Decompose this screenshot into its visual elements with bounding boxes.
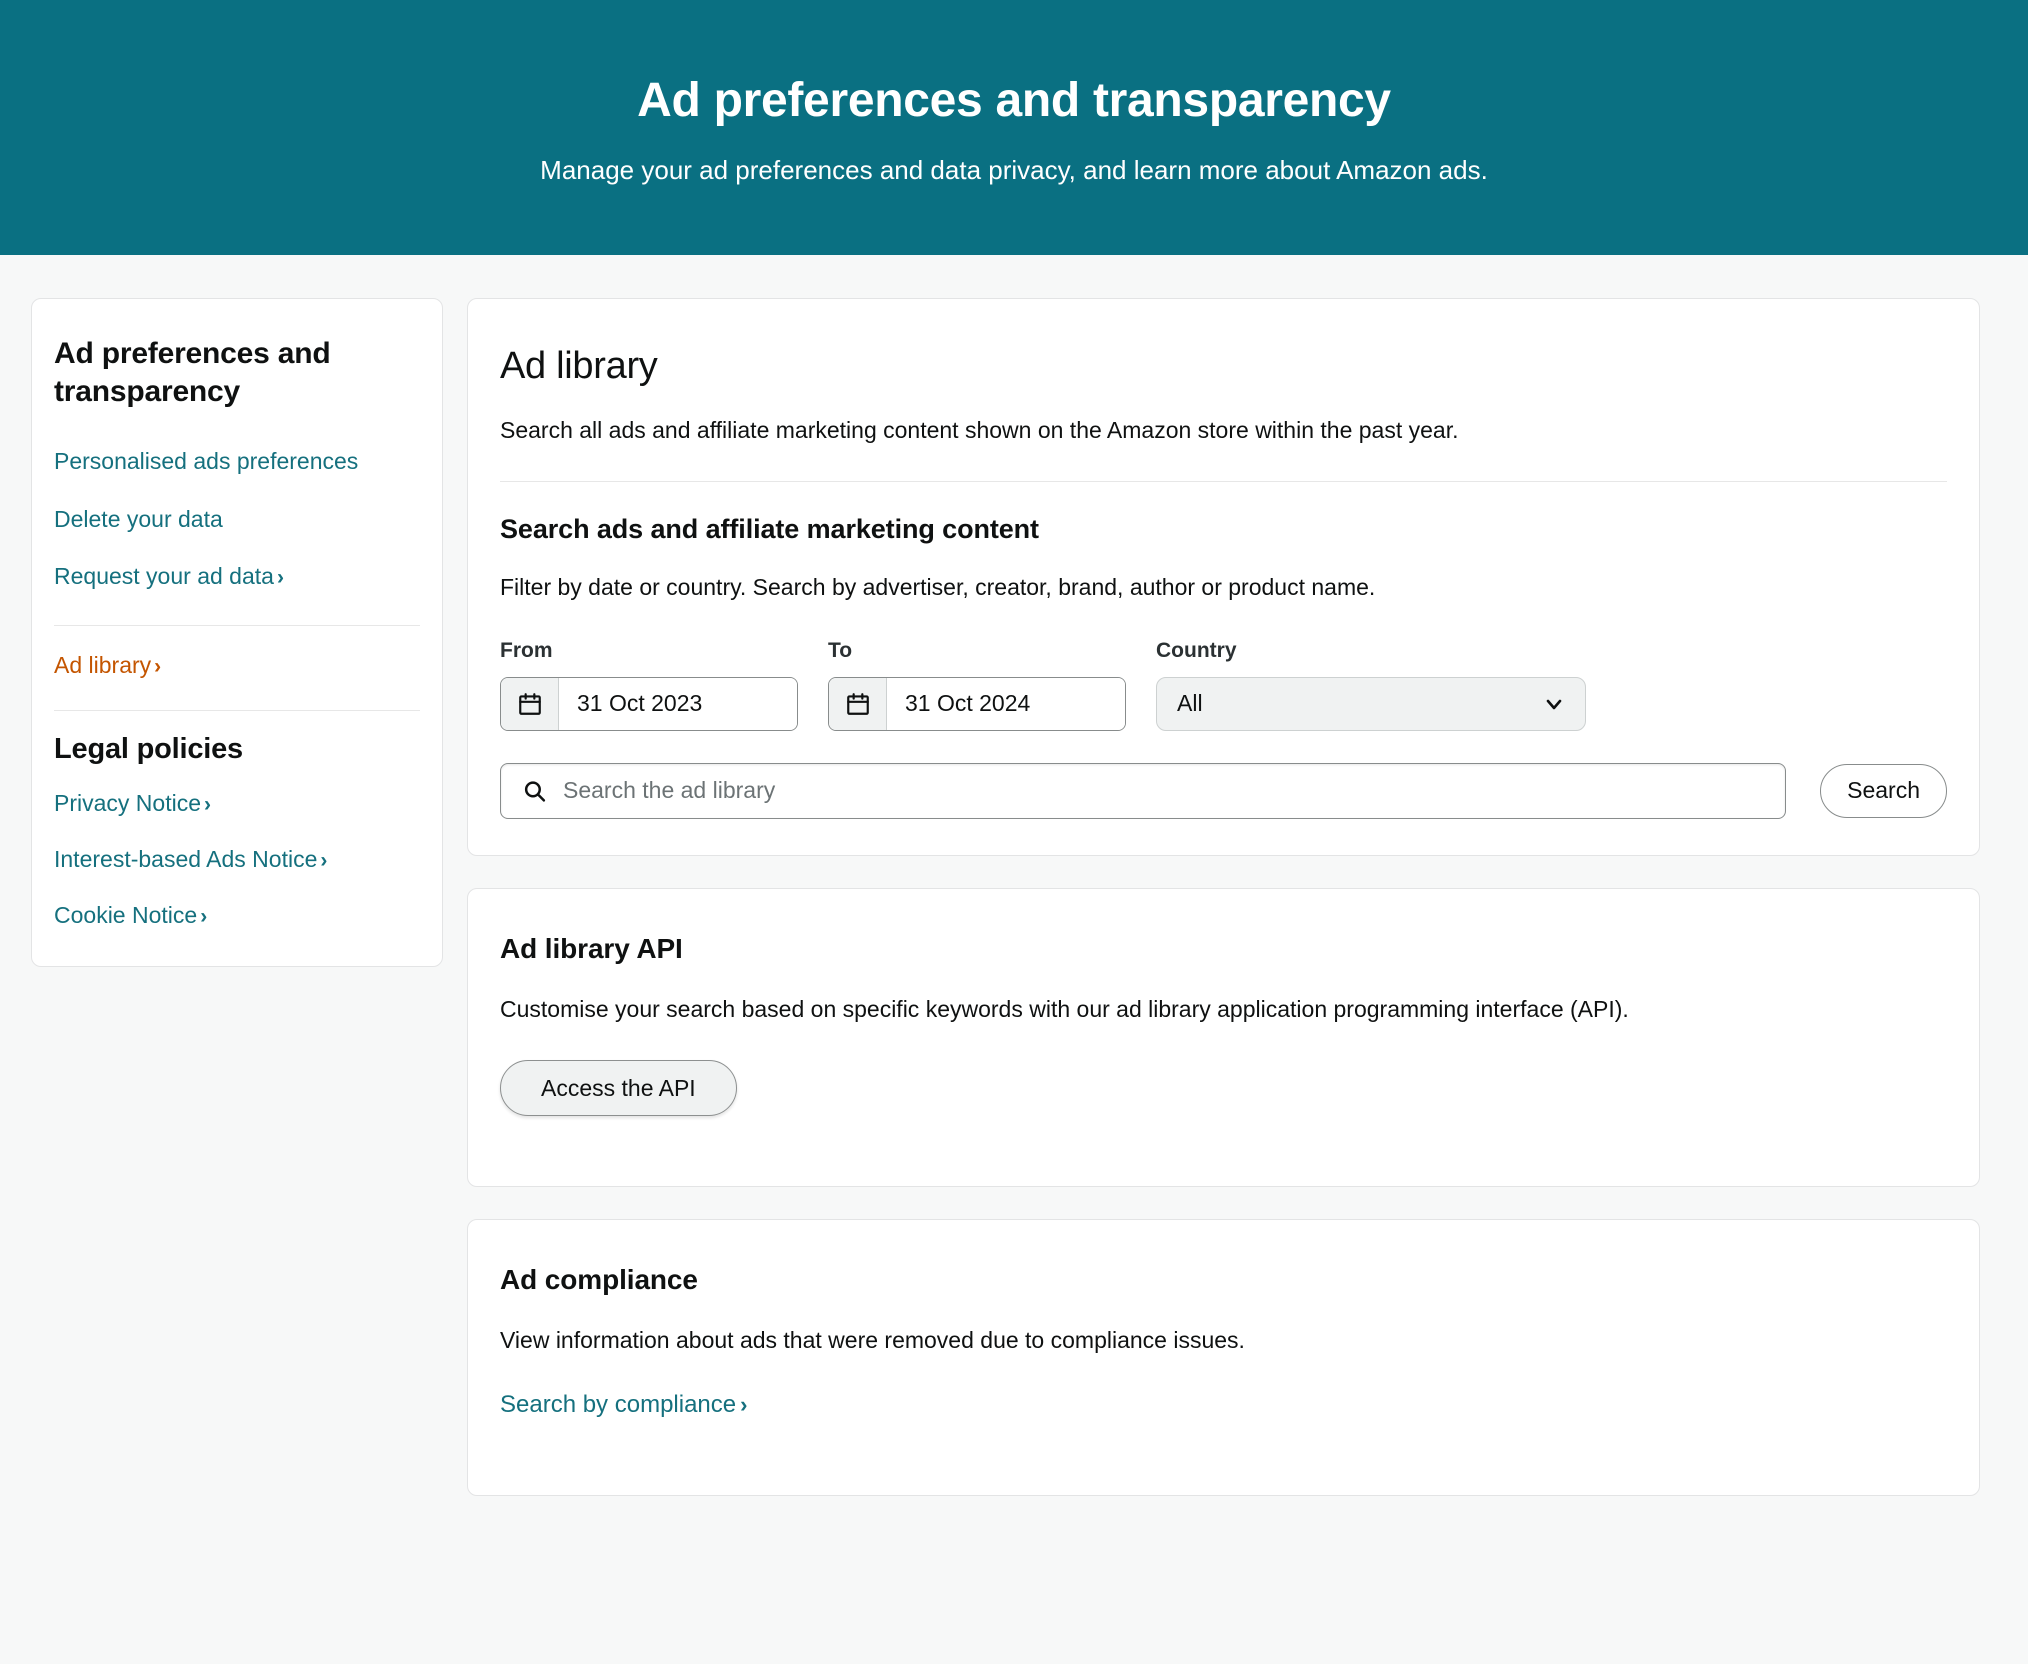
chevron-right-icon: › (154, 655, 162, 679)
search-input-wrapper (500, 762, 1787, 819)
ad-library-card: Ad library Search all ads and affiliate … (467, 298, 1980, 856)
search-row: Search (500, 762, 1947, 819)
chevron-right-icon: › (276, 566, 284, 590)
sidebar-current-list: Ad library › (54, 650, 420, 708)
sidebar-link-label: Privacy Notice (54, 790, 201, 817)
page-banner: Ad preferences and transparency Manage y… (0, 0, 2028, 255)
sidebar-link-cookie-notice[interactable]: Cookie Notice › (54, 900, 207, 932)
sidebar-link-interest-based-ads-notice[interactable]: Interest-based Ads Notice › (54, 844, 327, 876)
country-label: Country (1156, 638, 1237, 662)
from-date-label: From (500, 638, 553, 662)
sidebar-link-label: Ad library (54, 652, 152, 679)
sidebar-link-label: Cookie Notice (54, 902, 198, 929)
page-title: Ad preferences and transparency (637, 74, 1391, 127)
ad-library-divider (500, 481, 1947, 483)
search-by-compliance-link[interactable]: Search by compliance › (500, 1391, 747, 1419)
search-input[interactable] (500, 762, 1787, 819)
search-by-compliance-label: Search by compliance (500, 1391, 737, 1419)
page-body: Ad preferences and transparency Personal… (0, 255, 2028, 1497)
from-date-field[interactable]: 31 Oct 2023 (500, 676, 798, 731)
sidebar-divider-bottom (54, 710, 420, 712)
to-date-group: To 31 Oct 2024 (828, 639, 1126, 731)
access-the-api-button[interactable]: Access the API (500, 1060, 737, 1117)
page-subtitle: Manage your ad preferences and data priv… (540, 155, 1488, 186)
ad-library-title: Ad library (500, 345, 658, 387)
sidebar-item-ad-library: Ad library › (54, 650, 420, 708)
sidebar-legal-list: Privacy Notice › Interest-based Ads Notic… (54, 788, 420, 932)
country-group: Country All (1156, 639, 1586, 731)
sidebar-item-interest-based-ads-notice: Interest-based Ads Notice › (54, 844, 420, 900)
ad-compliance-description: View information about ads that were rem… (500, 1327, 1245, 1354)
sidebar-legal-heading: Legal policies (54, 733, 243, 766)
chevron-right-icon: › (200, 905, 208, 929)
calendar-icon[interactable] (829, 677, 887, 730)
sidebar-item-privacy-notice: Privacy Notice › (54, 788, 420, 844)
sidebar-nav: Ad preferences and transparency Personal… (31, 298, 443, 968)
chevron-right-icon: › (740, 1392, 748, 1418)
ad-library-api-title: Ad library API (500, 932, 683, 964)
ad-compliance-title: Ad compliance (500, 1264, 698, 1296)
sidebar-link-privacy-notice[interactable]: Privacy Notice › (54, 788, 211, 820)
sidebar-item-request-your-ad-data: Request your ad data › (54, 561, 420, 619)
main-content: Ad library Search all ads and affiliate … (467, 298, 1980, 1497)
chevron-right-icon: › (203, 793, 211, 817)
sidebar-link-label: Personalised ads preferences (54, 447, 359, 474)
sidebar-link-request-your-ad-data[interactable]: Request your ad data › (54, 561, 284, 593)
from-date-value[interactable]: 31 Oct 2023 (559, 677, 797, 730)
ad-library-api-actions: Access the API (500, 1060, 1947, 1117)
sidebar-item-personalised-ads-preferences: Personalised ads preferences (54, 446, 420, 504)
ad-compliance-card: Ad compliance View information about ads… (467, 1219, 1980, 1497)
ad-library-api-description: Customise your search based on specific … (500, 995, 1629, 1022)
search-section-description: Filter by date or country. Search by adv… (500, 574, 1376, 601)
search-section-title: Search ads and affiliate marketing conte… (500, 514, 1039, 545)
ad-library-api-card: Ad library API Customise your search bas… (467, 887, 1980, 1188)
sidebar-link-delete-your-data[interactable]: Delete your data (54, 504, 223, 536)
filter-row: From 31 Oct 2023 To 31 Oct 2024 Country … (500, 639, 1947, 731)
to-date-label: To (828, 638, 853, 662)
sidebar-link-personalised-ads-preferences[interactable]: Personalised ads preferences (54, 446, 358, 478)
sidebar-link-label: Delete your data (54, 505, 223, 532)
sidebar-title: Ad preferences and transparency (54, 337, 331, 409)
sidebar-item-delete-your-data: Delete your data (54, 504, 420, 562)
country-select-wrapper: All (1156, 676, 1586, 731)
calendar-icon[interactable] (501, 677, 559, 730)
chevron-right-icon: › (320, 849, 328, 873)
sidebar-link-label: Request your ad data (54, 563, 274, 590)
ad-library-description: Search all ads and affiliate marketing c… (500, 417, 1459, 443)
sidebar-link-ad-library[interactable]: Ad library › (54, 650, 161, 682)
from-date-group: From 31 Oct 2023 (500, 639, 798, 731)
sidebar-link-label: Interest-based Ads Notice (54, 846, 318, 873)
country-select-value: All (1177, 690, 1203, 717)
search-button[interactable]: Search (1820, 763, 1947, 818)
sidebar-primary-list: Personalised ads preferences Delete your… (54, 446, 420, 619)
sidebar-item-cookie-notice: Cookie Notice › (54, 900, 420, 932)
country-select[interactable]: All (1156, 676, 1586, 731)
to-date-value[interactable]: 31 Oct 2024 (887, 677, 1125, 730)
to-date-field[interactable]: 31 Oct 2024 (828, 676, 1126, 731)
sidebar-divider-top (54, 625, 420, 627)
